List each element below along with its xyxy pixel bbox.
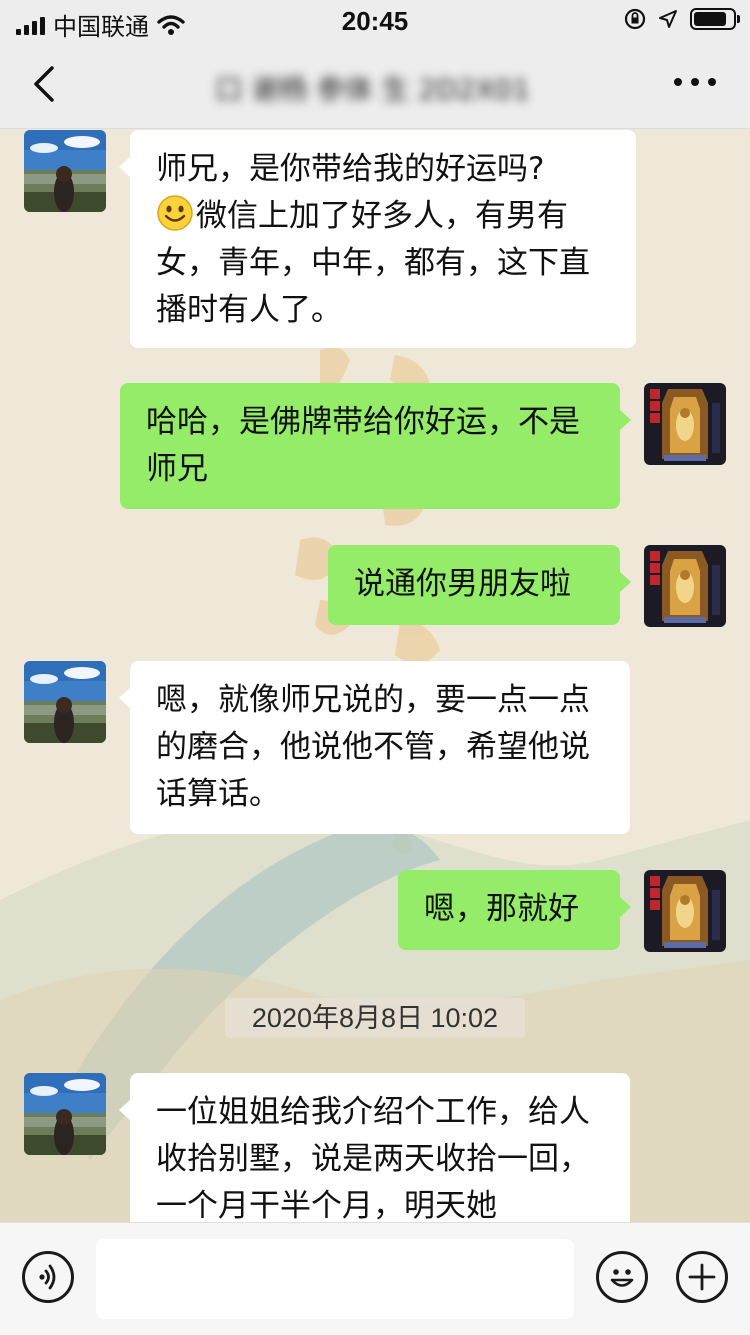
message-text: 说通你男朋友啦 xyxy=(354,566,571,602)
plus-button[interactable] xyxy=(676,1251,728,1303)
message-bubble[interactable]: 嗯，那就好 xyxy=(398,870,631,950)
orientation-lock-icon xyxy=(624,8,646,30)
message-bubble[interactable]: 说通你男朋友啦 xyxy=(328,545,631,625)
input-bar xyxy=(0,1222,750,1335)
chat-area[interactable]: 师兄，是你带给我的好运吗? 微信上加了好多人，有男有女，青年，中年，都有，这下直… xyxy=(0,128,750,1222)
emoji-button[interactable] xyxy=(596,1251,648,1303)
location-icon xyxy=(659,10,677,28)
message-text: 嗯，就像师兄说的，要一点一点的磨合，他说他不管，希望他说话算话。 xyxy=(156,682,590,812)
chevron-left-icon xyxy=(34,66,54,102)
message-bubble[interactable]: 师兄，是你带给我的好运吗? 微信上加了好多人，有男有女，青年，中年，都有，这下直… xyxy=(119,130,636,348)
contact-avatar[interactable] xyxy=(24,130,106,212)
message-text: 哈哈，是佛牌带给你好运，不是师兄 xyxy=(146,404,580,487)
battery-icon xyxy=(690,8,740,30)
status-right xyxy=(624,8,740,30)
message-text: 师兄，是你带给我的好运吗? xyxy=(156,151,545,187)
status-bar: 中国联通 20:45 xyxy=(0,0,750,41)
message-bubble[interactable]: 一位姐姐给我介绍个工作，给人收拾别墅，说是两天收拾一回，一个月干半个月，明天她 xyxy=(119,1073,630,1222)
plus-icon xyxy=(688,1263,716,1291)
contact-avatar[interactable] xyxy=(24,661,106,743)
smile-emoji-icon xyxy=(157,195,193,231)
more-button[interactable] xyxy=(674,78,716,86)
nav-bar: 口 谢杨 参体 生 2D2X01 xyxy=(0,40,750,129)
more-dots-icon xyxy=(674,78,682,86)
contact-avatar[interactable] xyxy=(24,1073,106,1155)
own-avatar[interactable] xyxy=(644,870,726,952)
own-avatar[interactable] xyxy=(644,545,726,627)
message-bubble[interactable]: 嗯，就像师兄说的，要一点一点的磨合，他说他不管，希望他说话算话。 xyxy=(119,661,630,834)
chat-title: 口 谢杨 参体 生 2D2X01 xyxy=(214,73,531,102)
message-text: 嗯，那就好 xyxy=(424,891,579,927)
emoji-icon xyxy=(610,1269,634,1287)
message-input[interactable] xyxy=(96,1239,574,1319)
back-button[interactable] xyxy=(26,62,66,106)
own-avatar[interactable] xyxy=(644,383,726,465)
message-bubble[interactable]: 哈哈，是佛牌带给你好运，不是师兄 xyxy=(120,383,631,509)
timestamp-label: 2020年8月8日 10:02 xyxy=(225,998,525,1038)
voice-button[interactable] xyxy=(22,1251,74,1303)
message-text: 微信上加了好多人，有男有女，青年，中年，都有，这下直播时有人了。 xyxy=(156,198,590,328)
voice-icon xyxy=(39,1264,56,1290)
message-text: 一位姐姐给我介绍个工作，给人收拾别墅，说是两天收拾一回，一个月干半个月，明天她 xyxy=(156,1094,590,1222)
